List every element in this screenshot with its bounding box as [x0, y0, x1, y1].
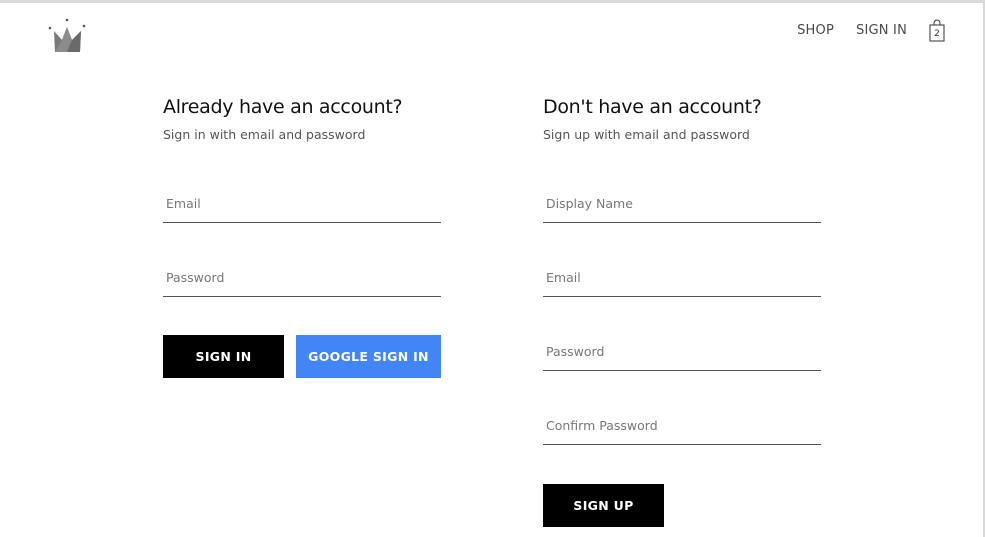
sign-in-password-input[interactable] [163, 266, 444, 288]
sign-up-password-field [543, 340, 824, 371]
confirm-password-field [543, 414, 824, 445]
sign-up-subtitle: Sign up with email and password [543, 127, 750, 142]
sign-up-email-input[interactable] [543, 266, 824, 288]
nav-shop-link[interactable]: SHOP [797, 22, 834, 40]
top-navigation: SHOP SIGN IN 2 [775, 19, 947, 43]
sign-up-title: Don't have an account? [543, 96, 762, 118]
sign-in-title: Already have an account? [163, 96, 403, 118]
sign-in-email-input[interactable] [163, 192, 444, 214]
sign-up-panel: Don't have an account? Sign up with emai… [543, 94, 824, 527]
cart-item-count: 2 [934, 29, 940, 39]
nav-sign-in-link[interactable]: SIGN IN [856, 22, 907, 40]
sign-up-email-field [543, 266, 824, 297]
sign-up-password-input[interactable] [543, 340, 824, 362]
window-top-border [0, 0, 985, 3]
cart-button[interactable]: 2 [927, 19, 947, 43]
google-sign-in-button[interactable]: GOOGLE SIGN IN [296, 335, 441, 378]
sign-up-button[interactable]: SIGN UP [543, 484, 664, 527]
sign-in-password-field [163, 266, 444, 297]
sign-up-display-name-field [543, 192, 824, 223]
sign-in-email-field [163, 192, 444, 223]
confirm-password-input[interactable] [543, 414, 824, 436]
sign-in-panel: Already have an account? Sign in with em… [163, 94, 444, 378]
sign-in-button[interactable]: SIGN IN [163, 335, 284, 378]
display-name-input[interactable] [543, 192, 824, 214]
crown-logo-icon[interactable] [46, 18, 88, 54]
sign-in-subtitle: Sign in with email and password [163, 127, 366, 142]
